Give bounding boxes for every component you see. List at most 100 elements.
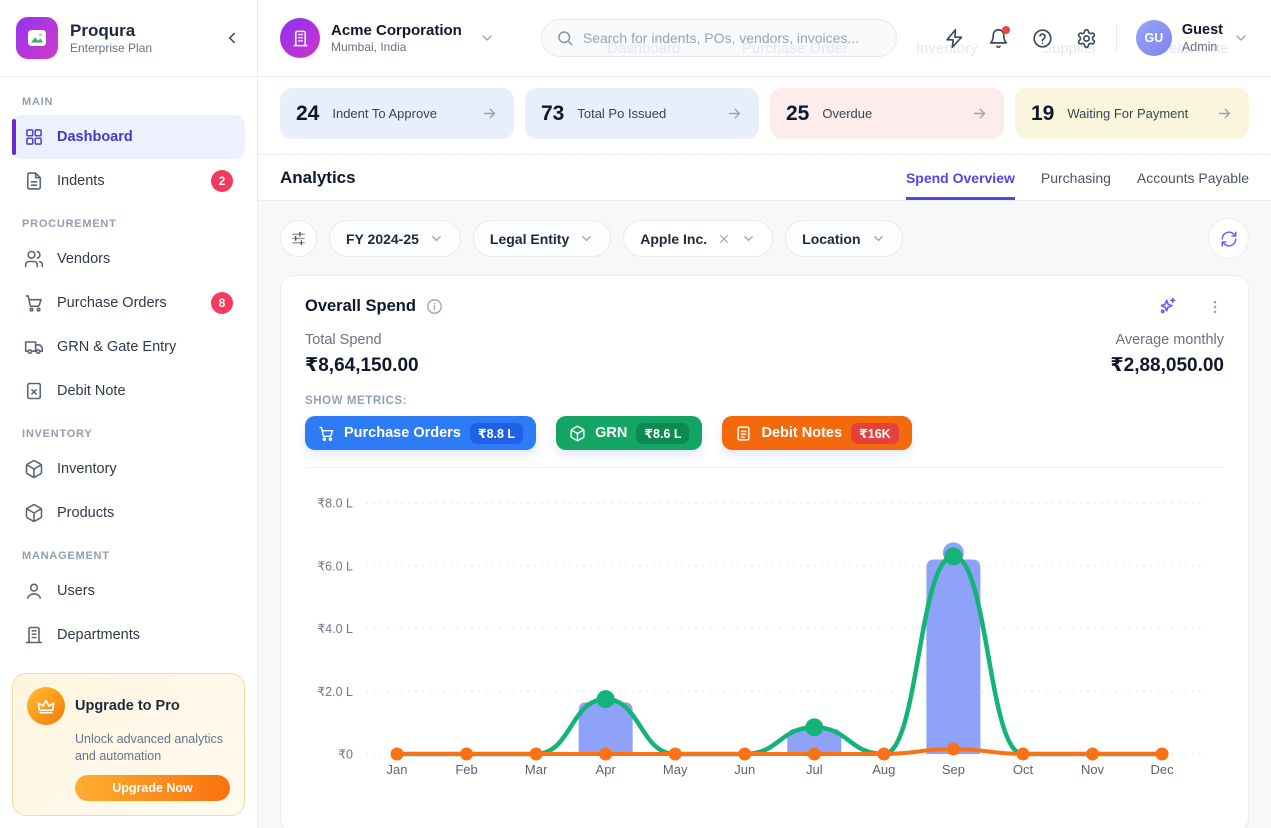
sidebar-item-purchase-orders[interactable]: Purchase Orders 8 bbox=[12, 281, 245, 325]
nav-section-label: INVENTORY bbox=[22, 428, 235, 440]
stat-card-total-po-issued[interactable]: 73 Total Po Issued bbox=[525, 88, 759, 139]
sidebar-item-vendors[interactable]: Vendors bbox=[12, 237, 245, 281]
stat-label: Indent To Approve bbox=[332, 106, 437, 121]
org-selector[interactable]: Acme Corporation Mumbai, India bbox=[280, 18, 495, 58]
metric-toggle-debit-notes[interactable]: Debit Notes ₹16K bbox=[722, 416, 911, 450]
spend-chart: ₹8.0 L₹6.0 L₹4.0 L₹2.0 L₹0JanFebMarAprMa… bbox=[305, 475, 1215, 811]
kebab-menu-icon[interactable] bbox=[1206, 298, 1224, 316]
svg-text:Apr: Apr bbox=[596, 762, 617, 777]
arrow-right-icon bbox=[1216, 105, 1233, 122]
chevron-down-icon bbox=[1233, 30, 1249, 46]
svg-text:₹8.0 L: ₹8.0 L bbox=[317, 497, 353, 511]
nav-section-label: MAIN bbox=[22, 96, 235, 108]
org-building-icon bbox=[280, 18, 320, 58]
chart-container: ₹8.0 L₹6.0 L₹4.0 L₹2.0 L₹0JanFebMarAprMa… bbox=[305, 467, 1224, 811]
clear-filter-icon[interactable] bbox=[717, 232, 731, 246]
metric-toggle-grn[interactable]: GRN ₹8.6 L bbox=[556, 416, 702, 450]
sidebar-item-inventory[interactable]: Inventory bbox=[12, 447, 245, 491]
total-spend-block: Total Spend ₹8,64,150.00 bbox=[305, 332, 419, 377]
chevron-down-icon bbox=[871, 231, 886, 246]
sidebar-item-users[interactable]: Users bbox=[12, 569, 245, 613]
svg-text:Dec: Dec bbox=[1150, 762, 1174, 777]
search-input[interactable] bbox=[583, 30, 882, 46]
metric-label: Purchase Orders bbox=[344, 425, 461, 441]
user-text: Guest Admin bbox=[1182, 22, 1223, 53]
stat-value: 25 bbox=[786, 102, 809, 126]
stat-label: Waiting For Payment bbox=[1067, 106, 1188, 121]
main-area: Dashboard Purchase Order Inventory Suppl… bbox=[258, 0, 1271, 828]
filter-legal-entity[interactable]: Legal Entity bbox=[473, 220, 611, 257]
sidebar-item-label: Inventory bbox=[57, 461, 117, 477]
org-location: Mumbai, India bbox=[331, 40, 462, 54]
svg-text:Mar: Mar bbox=[525, 762, 548, 777]
analytics-tabs: Spend Overview Purchasing Accounts Payab… bbox=[906, 155, 1249, 200]
file-x-icon bbox=[24, 381, 44, 401]
file-text-icon bbox=[24, 171, 44, 191]
sidebar-item-indents[interactable]: Indents 2 bbox=[12, 159, 245, 203]
card-title: Overall Spend bbox=[305, 297, 416, 316]
filter-location[interactable]: Location bbox=[785, 220, 902, 257]
bell-icon[interactable] bbox=[988, 28, 1009, 49]
zap-icon[interactable] bbox=[944, 28, 965, 49]
sidebar-item-dashboard[interactable]: Dashboard bbox=[12, 115, 245, 159]
chevron-down-icon bbox=[579, 231, 594, 246]
active-accent-bar bbox=[12, 119, 16, 155]
org-text: Acme Corporation Mumbai, India bbox=[331, 22, 462, 55]
proqura-logo-icon bbox=[16, 17, 58, 59]
building-icon bbox=[24, 625, 44, 645]
info-icon[interactable] bbox=[426, 298, 443, 315]
user-menu[interactable]: GU Guest Admin bbox=[1136, 20, 1249, 56]
settings-gear-icon[interactable] bbox=[1076, 28, 1097, 49]
users-icon bbox=[24, 249, 44, 269]
tab-purchasing[interactable]: Purchasing bbox=[1041, 155, 1111, 200]
sidebar-item-products[interactable]: Products bbox=[12, 491, 245, 535]
crown-icon bbox=[27, 687, 65, 725]
metric-value-badge: ₹16K bbox=[851, 423, 899, 444]
app-name: Proqura bbox=[70, 21, 152, 41]
stat-card-waiting-for-payment[interactable]: 19 Waiting For Payment bbox=[1015, 88, 1249, 139]
org-name: Acme Corporation bbox=[331, 22, 462, 41]
user-name: Guest bbox=[1182, 22, 1223, 39]
package-icon bbox=[24, 459, 44, 479]
stat-card-indent-to-approve[interactable]: 24 Indent To Approve bbox=[280, 88, 514, 139]
help-icon[interactable] bbox=[1032, 28, 1053, 49]
metrics-toggle-row: Purchase Orders ₹8.8 L GRN ₹8.6 L Debit … bbox=[305, 416, 1224, 450]
global-search bbox=[541, 19, 897, 57]
sidebar-item-departments[interactable]: Departments bbox=[12, 613, 245, 657]
metric-toggle-purchase-orders[interactable]: Purchase Orders ₹8.8 L bbox=[305, 416, 536, 450]
sidebar-item-label: Purchase Orders bbox=[57, 295, 167, 311]
svg-text:₹4.0 L: ₹4.0 L bbox=[317, 622, 353, 636]
filter-vendor-apple[interactable]: Apple Inc. bbox=[623, 220, 773, 257]
package-icon bbox=[24, 503, 44, 523]
stat-value: 73 bbox=[541, 102, 564, 126]
filter-sliders-button[interactable] bbox=[280, 220, 317, 257]
tab-accounts-payable[interactable]: Accounts Payable bbox=[1137, 155, 1249, 200]
sidebar-item-grn-gate-entry[interactable]: GRN & Gate Entry bbox=[12, 325, 245, 369]
avg-monthly-label: Average monthly bbox=[1110, 332, 1224, 348]
sidebar-item-debit-note[interactable]: Debit Note bbox=[12, 369, 245, 413]
brand-block: Proqura Enterprise Plan bbox=[0, 0, 257, 77]
stat-value: 24 bbox=[296, 102, 319, 126]
refresh-button[interactable] bbox=[1208, 218, 1249, 259]
chevron-down-icon bbox=[429, 231, 444, 246]
tab-spend-overview[interactable]: Spend Overview bbox=[906, 155, 1015, 200]
upgrade-now-button[interactable]: Upgrade Now bbox=[75, 775, 230, 801]
ai-sparkles-icon[interactable] bbox=[1157, 296, 1178, 317]
sidebar-nav: MAIN Dashboard Indents 2 PROCUREMENT Ven… bbox=[0, 77, 257, 673]
sidebar-collapse-button[interactable] bbox=[223, 29, 241, 47]
metric-value-badge: ₹8.8 L bbox=[470, 423, 523, 444]
sidebar-item-label: Users bbox=[57, 583, 95, 599]
avg-monthly-block: Average monthly ₹2,88,050.00 bbox=[1110, 332, 1224, 377]
brand-text: Proqura Enterprise Plan bbox=[70, 21, 152, 55]
nav-section-label: PROCUREMENT bbox=[22, 218, 235, 230]
filters-row: FY 2024-25 Legal Entity Apple Inc. Locat… bbox=[280, 218, 1249, 259]
cart-icon bbox=[24, 293, 44, 313]
stat-card-overdue[interactable]: 25 Overdue bbox=[770, 88, 1004, 139]
analytics-bar: Analytics Spend Overview Purchasing Acco… bbox=[258, 155, 1271, 201]
sidebar: Proqura Enterprise Plan MAIN Dashboard I… bbox=[0, 0, 258, 828]
svg-text:₹0: ₹0 bbox=[338, 748, 353, 762]
stat-label: Overdue bbox=[822, 106, 872, 121]
cart-icon bbox=[318, 425, 335, 442]
count-badge: 8 bbox=[211, 292, 233, 314]
filter-fiscal-year[interactable]: FY 2024-25 bbox=[329, 220, 461, 257]
